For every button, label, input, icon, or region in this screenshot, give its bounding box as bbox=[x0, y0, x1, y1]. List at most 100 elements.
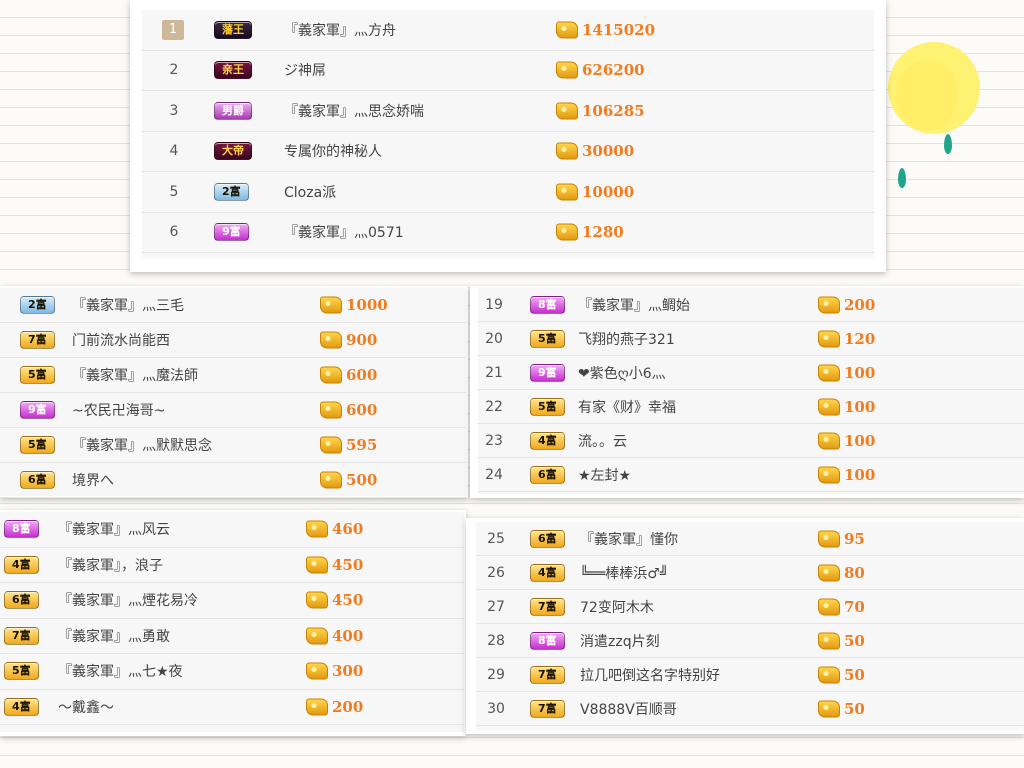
user-name[interactable]: 『義家軍』灬鲷始 bbox=[578, 295, 690, 315]
user-name[interactable]: 拉几吧倒这名字特别好 bbox=[580, 665, 720, 685]
rank-badge: 4富 bbox=[530, 563, 565, 582]
user-name[interactable]: 『義家軍』灬0571 bbox=[284, 222, 404, 242]
rank-badge: 5富 bbox=[20, 436, 55, 454]
amount-value: 200 bbox=[332, 697, 364, 716]
amount-value: 450 bbox=[332, 591, 364, 610]
user-name[interactable]: 流。。云 bbox=[578, 431, 627, 451]
amount-value: 100 bbox=[844, 465, 876, 484]
table-row: 20 5富 飞翔的燕子321 120 bbox=[478, 322, 1024, 356]
user-name[interactable]: Cloza派 bbox=[284, 182, 336, 202]
amount-value: 600 bbox=[346, 366, 378, 384]
rank-number: 26 bbox=[487, 564, 505, 581]
leaderboard-bottom-left-panel: 8富 『義家軍』灬风云 460 4富 『義家軍』，浪子 450 6富 『義家軍』灬煙花易冷 45… bbox=[0, 510, 466, 736]
table-row: 7富 『義家軍』灬勇敢 400 bbox=[0, 619, 464, 654]
rank-number: 19 bbox=[485, 296, 503, 313]
rank-number: 28 bbox=[487, 632, 505, 649]
mid-right-rows: 19 8富 『義家軍』灬鲷始 200 20 5富 飞翔的燕子321 120 21 9富 ❤紫色ღ小6… bbox=[478, 288, 1024, 494]
bottom-left-rows: 8富 『義家軍』灬风云 460 4富 『義家軍』，浪子 450 6富 『義家軍』灬煙花易冷 45… bbox=[0, 512, 464, 732]
user-name[interactable]: 『義家軍』，浪子 bbox=[58, 555, 163, 575]
rank-number: 27 bbox=[487, 598, 505, 615]
amount-value: 50 bbox=[844, 699, 865, 718]
rank-badge: 5富 bbox=[20, 366, 55, 384]
user-name[interactable]: ╚══棒棒浜♂╝ bbox=[580, 563, 668, 583]
user-name[interactable]: 『義家軍』灬七★夜 bbox=[58, 661, 183, 681]
leaderboard-mid-left-panel: 2富 『義家軍』灬三毛 1000 7富 门前流水尚能西 900 5富 『義家軍』灬魔法師 600… bbox=[0, 286, 468, 498]
user-name[interactable]: 72变阿木木 bbox=[580, 597, 654, 617]
gold-coin-icon bbox=[818, 466, 840, 483]
rank-badge: 5富 bbox=[530, 397, 565, 416]
gold-coin-icon bbox=[306, 520, 328, 538]
rank-badge: 男爵 bbox=[214, 101, 252, 120]
amount-value: 1280 bbox=[582, 223, 624, 242]
table-row: 25 6富 『義家軍』懂你 95 bbox=[476, 522, 1024, 556]
table-row: 27 7富 72变阿木木 70 bbox=[476, 590, 1024, 624]
table-row: 30 7富 V8888V百顺哥 50 bbox=[476, 692, 1024, 726]
amount-value: 500 bbox=[346, 471, 378, 489]
rank-badge: 7富 bbox=[530, 597, 565, 616]
rank-badge: 8富 bbox=[530, 631, 565, 650]
rank-number: 4 bbox=[169, 143, 179, 160]
rank-number: 3 bbox=[169, 102, 179, 119]
amount-value: 900 bbox=[346, 331, 378, 349]
user-name[interactable]: ❤紫色ღ小6灬 bbox=[578, 363, 666, 383]
table-row: 6富 境界へ 500 bbox=[0, 463, 466, 498]
mid-left-rows: 2富 『義家軍』灬三毛 1000 7富 门前流水尚能西 900 5富 『義家軍』灬魔法師 600… bbox=[0, 288, 466, 498]
amount-value: 460 bbox=[332, 520, 364, 539]
rank-badge: 9富 bbox=[20, 401, 55, 419]
rank-badge: 藩王 bbox=[214, 20, 252, 39]
gold-coin-icon bbox=[818, 598, 840, 615]
rank-badge: 2富 bbox=[20, 296, 55, 314]
amount-value: 200 bbox=[844, 295, 876, 314]
gold-coin-icon bbox=[818, 564, 840, 581]
user-name[interactable]: 『義家軍』懂你 bbox=[580, 529, 678, 549]
user-name[interactable]: 飞翔的燕子321 bbox=[578, 329, 675, 349]
user-name[interactable]: ~农民卍海哥~ bbox=[72, 400, 165, 420]
user-name[interactable]: 『義家軍』灬风云 bbox=[58, 519, 170, 539]
user-name[interactable]: 专属你的神秘人 bbox=[284, 141, 382, 161]
gold-coin-icon bbox=[306, 556, 328, 574]
rank-badge: 5富 bbox=[530, 329, 565, 348]
rank-badge: 9富 bbox=[530, 363, 565, 382]
table-row: 6 9富 『義家軍』灬0571 1280 bbox=[142, 213, 874, 253]
user-name[interactable]: 境界へ bbox=[72, 470, 114, 490]
table-row: 7富 门前流水尚能西 900 bbox=[0, 323, 466, 358]
rank-number: 21 bbox=[485, 364, 503, 381]
user-name[interactable]: 门前流水尚能西 bbox=[72, 330, 170, 350]
table-row: 22 5富 有家《财》幸福 100 bbox=[478, 390, 1024, 424]
amount-value: 400 bbox=[332, 626, 364, 645]
user-name[interactable]: 『義家軍』灬方舟 bbox=[284, 20, 396, 40]
user-name[interactable]: V8888V百顺哥 bbox=[580, 699, 677, 719]
gold-coin-icon bbox=[306, 591, 328, 609]
gold-coin-icon bbox=[320, 366, 342, 384]
table-row: 4 大帝 专属你的神秘人 30000 bbox=[142, 132, 874, 172]
user-name[interactable]: 『義家軍』灬思念娇喘 bbox=[284, 101, 424, 121]
gold-coin-icon bbox=[818, 632, 840, 649]
table-row: 2富 『義家軍』灬三毛 1000 bbox=[0, 288, 466, 323]
user-name[interactable]: 『義家軍』灬三毛 bbox=[72, 295, 184, 315]
rank-number: 30 bbox=[487, 700, 505, 717]
amount-value: 1000 bbox=[346, 296, 388, 314]
gold-coin-icon bbox=[320, 436, 342, 454]
user-name[interactable]: 消遣zzq片刻 bbox=[580, 631, 660, 651]
gold-coin-icon bbox=[320, 471, 342, 489]
gold-coin-icon bbox=[556, 102, 578, 120]
amount-value: 1415020 bbox=[582, 20, 656, 39]
amount-value: 70 bbox=[844, 597, 865, 616]
user-name[interactable]: 『義家軍』灬魔法師 bbox=[72, 365, 198, 385]
rank-number: 6 bbox=[169, 224, 179, 241]
rank-number: 25 bbox=[487, 530, 505, 547]
gold-coin-icon bbox=[320, 296, 342, 314]
amount-value: 300 bbox=[332, 662, 364, 681]
rank-number: 24 bbox=[485, 466, 503, 483]
user-name[interactable]: ★左封★ bbox=[578, 465, 631, 485]
amount-value: 120 bbox=[844, 329, 876, 348]
user-name[interactable]: ジ神屌 bbox=[284, 60, 326, 80]
user-name[interactable]: ～戴鑫～ bbox=[58, 697, 114, 717]
user-name[interactable]: 『義家軍』灬勇敢 bbox=[58, 626, 170, 646]
user-name[interactable]: 『義家軍』灬默默思念 bbox=[72, 435, 212, 455]
table-row: 6富 『義家軍』灬煙花易冷 450 bbox=[0, 583, 464, 619]
user-name[interactable]: 『義家軍』灬煙花易冷 bbox=[58, 590, 198, 610]
table-row: 4富 『義家軍』，浪子 450 bbox=[0, 548, 464, 583]
gold-coin-icon bbox=[306, 627, 328, 645]
user-name[interactable]: 有家《财》幸福 bbox=[578, 397, 676, 417]
